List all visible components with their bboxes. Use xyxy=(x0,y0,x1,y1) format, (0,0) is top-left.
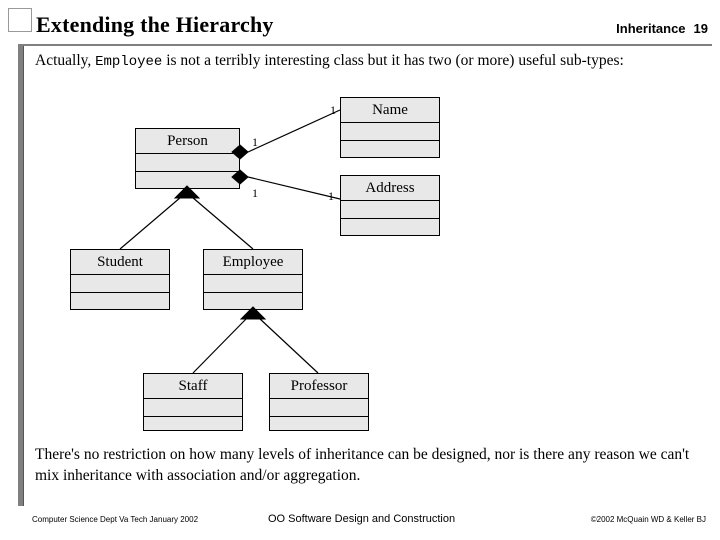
multiplicity-person-name-end: 1 xyxy=(252,135,258,149)
multiplicity-name-end: 1 xyxy=(330,103,336,117)
class-name-employee: Employee xyxy=(204,250,302,275)
class-operations-employee xyxy=(204,293,302,311)
class-name-professor: Professor xyxy=(270,374,368,399)
intro-paragraph: Actually, Employee is not a terribly int… xyxy=(35,50,685,73)
class-name-student: Student xyxy=(71,250,169,275)
class-box-staff: Staff xyxy=(143,373,243,431)
page-number: 19 xyxy=(693,21,708,36)
class-name-person: Person xyxy=(136,129,239,154)
multiplicity-address-end: 1 xyxy=(328,189,334,203)
generalization-line-employee xyxy=(191,196,254,250)
class-attributes-address xyxy=(341,201,439,219)
class-attributes-professor xyxy=(270,399,368,417)
intro-code-employee: Employee xyxy=(95,54,163,70)
footer-right-text: ©2002 McQuain WD & Keller BJ xyxy=(590,515,706,524)
class-name-address: Address xyxy=(341,176,439,201)
class-attributes-student xyxy=(71,275,169,293)
corner-decoration xyxy=(8,8,32,32)
class-attributes-person xyxy=(136,154,239,172)
intro-text-after: is not a terribly interesting class but … xyxy=(162,52,624,69)
class-operations-staff xyxy=(144,417,242,435)
header-topic-group: Inheritance 19 xyxy=(616,21,708,36)
generalization-line-professor xyxy=(258,317,319,374)
class-operations-name xyxy=(341,141,439,159)
class-name-name: Name xyxy=(341,98,439,123)
footer-left-text: Computer Science Dept Va Tech January 20… xyxy=(32,515,199,524)
class-operations-address xyxy=(341,219,439,237)
footer: Computer Science Dept Va Tech January 20… xyxy=(0,510,720,540)
slide: Extending the Hierarchy Inheritance 19 Ac… xyxy=(0,0,720,540)
class-box-student: Student xyxy=(70,249,170,310)
class-operations-person xyxy=(136,172,239,190)
class-attributes-name xyxy=(341,123,439,141)
left-rail-decoration xyxy=(18,44,24,506)
association-person-name xyxy=(247,109,341,153)
header-topic: Inheritance xyxy=(616,21,686,36)
generalization-line-student xyxy=(119,196,182,250)
multiplicity-person-address-end: 1 xyxy=(252,186,258,200)
intro-text-before: Actually, xyxy=(35,52,96,69)
footer-center-text: OO Software Design and Construction xyxy=(268,513,456,525)
page-title: Extending the Hierarchy xyxy=(36,12,274,37)
class-box-professor: Professor xyxy=(269,373,369,431)
class-name-staff: Staff xyxy=(144,374,242,399)
class-box-employee: Employee xyxy=(203,249,303,310)
class-operations-professor xyxy=(270,417,368,435)
closing-paragraph: There's no restriction on how many level… xyxy=(35,446,690,484)
class-box-person: Person xyxy=(135,128,240,189)
class-box-address: Address xyxy=(340,175,440,236)
class-attributes-employee xyxy=(204,275,302,293)
class-box-name: Name xyxy=(340,97,440,158)
header-divider xyxy=(18,44,712,46)
class-operations-student xyxy=(71,293,169,311)
association-person-address xyxy=(247,176,341,200)
generalization-line-staff xyxy=(192,317,248,374)
class-attributes-staff xyxy=(144,399,242,417)
